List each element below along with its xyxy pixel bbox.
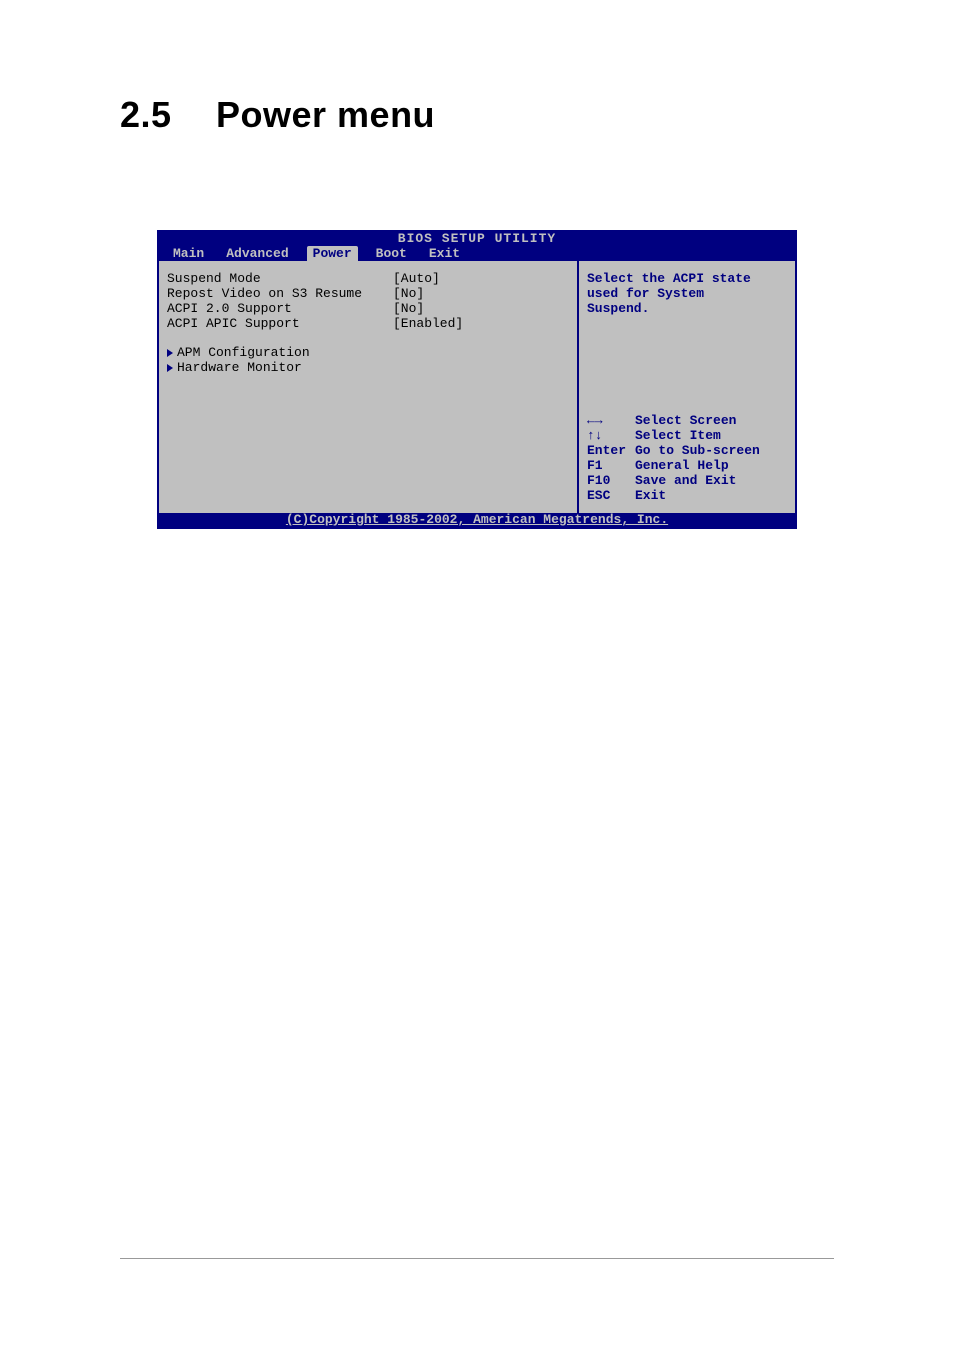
arrows-ud-icon: ↑↓ [587, 428, 635, 443]
key-action: Select Screen [635, 413, 736, 428]
heading-number: 2.5 [120, 94, 216, 136]
key-row: ←→ Select Screen [587, 413, 787, 428]
key-name: F10 [587, 473, 635, 488]
help-line: Suspend. [587, 301, 787, 316]
submenu-arrow-icon [167, 349, 173, 357]
key-action: Exit [635, 488, 666, 503]
option-label: Suspend Mode [167, 271, 393, 286]
option-label: Repost Video on S3 Resume [167, 286, 393, 301]
page-heading: 2.5Power menu [120, 94, 834, 136]
submenu-label: APM Configuration [177, 345, 310, 360]
key-help: ←→ Select Screen ↑↓ Select Item Enter Go… [587, 413, 787, 503]
heading-title: Power menu [216, 94, 435, 135]
key-name: F1 [587, 458, 635, 473]
bios-title: BIOS SETUP UTILITY [159, 232, 795, 246]
bios-footer: (C)Copyright 1985-2002, American Megatre… [159, 513, 795, 527]
key-row: F10 Save and Exit [587, 473, 787, 488]
option-acpi-apic-support[interactable]: ACPI APIC Support [Enabled] [167, 316, 569, 331]
bios-tab-bar: Main Advanced Power Boot Exit [159, 246, 795, 261]
tab-main[interactable]: Main [169, 246, 222, 261]
tab-advanced[interactable]: Advanced [222, 246, 306, 261]
submenu-arrow-icon [167, 364, 173, 372]
option-acpi-2-support[interactable]: ACPI 2.0 Support [No] [167, 301, 569, 316]
page-footer-rule [120, 1258, 834, 1259]
option-label: ACPI APIC Support [167, 316, 393, 331]
bios-left-pane: Suspend Mode [Auto] Repost Video on S3 R… [159, 261, 579, 513]
option-repost-video[interactable]: Repost Video on S3 Resume [No] [167, 286, 569, 301]
help-line: Select the ACPI state [587, 271, 787, 286]
submenu-apm-configuration[interactable]: APM Configuration [167, 345, 569, 360]
option-value: [Enabled] [393, 316, 463, 331]
key-name: Enter [587, 443, 635, 458]
help-line: used for System [587, 286, 787, 301]
option-label: ACPI 2.0 Support [167, 301, 393, 316]
arrows-lr-icon: ←→ [587, 413, 635, 428]
option-suspend-mode[interactable]: Suspend Mode [Auto] [167, 271, 569, 286]
key-row: ESC Exit [587, 488, 787, 503]
bios-body: Suspend Mode [Auto] Repost Video on S3 R… [159, 261, 795, 513]
help-text: Select the ACPI state used for System Su… [587, 271, 787, 316]
key-action: General Help [635, 458, 729, 473]
bios-right-pane: Select the ACPI state used for System Su… [579, 261, 795, 513]
tab-exit[interactable]: Exit [425, 246, 478, 261]
option-value: [No] [393, 286, 424, 301]
key-action: Select Item [635, 428, 721, 443]
key-action: Go to Sub-screen [635, 443, 760, 458]
key-row: ↑↓ Select Item [587, 428, 787, 443]
key-row: Enter Go to Sub-screen [587, 443, 787, 458]
key-name: ESC [587, 488, 635, 503]
key-action: Save and Exit [635, 473, 736, 488]
option-value: [No] [393, 301, 424, 316]
option-value: [Auto] [393, 271, 440, 286]
bios-screenshot: BIOS SETUP UTILITY Main Advanced Power B… [157, 230, 797, 529]
submenu-hardware-monitor[interactable]: Hardware Monitor [167, 360, 569, 375]
submenu-label: Hardware Monitor [177, 360, 302, 375]
tab-boot[interactable]: Boot [358, 246, 425, 261]
tab-power[interactable]: Power [307, 246, 358, 261]
key-row: F1 General Help [587, 458, 787, 473]
